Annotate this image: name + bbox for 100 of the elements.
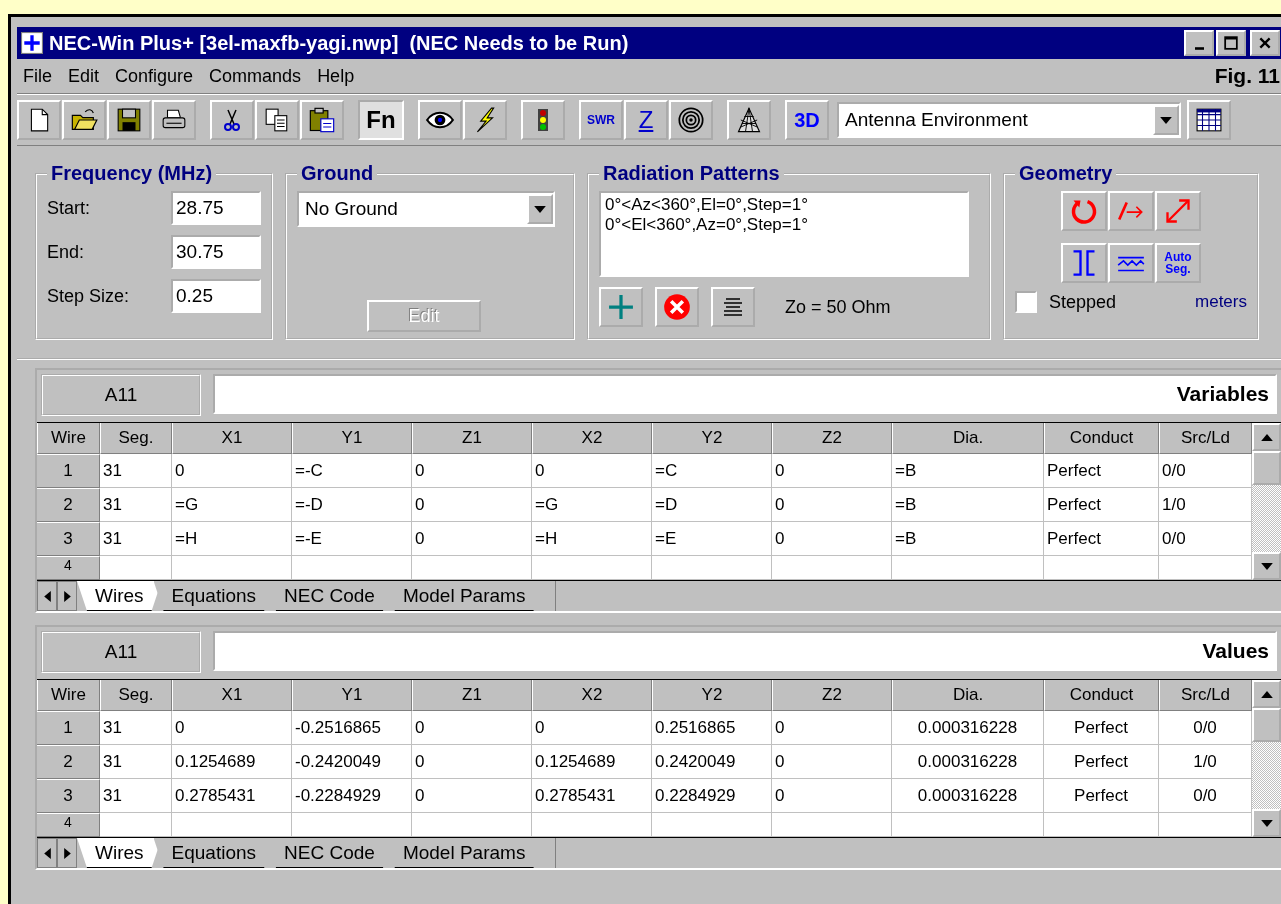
pattern-list[interactable]: 0°<Az<360°,El=0°,Step=1° 0°<El<360°,Az=0°,Step=1° bbox=[599, 191, 969, 277]
row-header[interactable]: 2 bbox=[37, 745, 100, 779]
pattern-button[interactable] bbox=[669, 100, 713, 140]
tab-scroll-left-button[interactable] bbox=[37, 838, 57, 868]
ground-dropdown[interactable]: No Ground bbox=[297, 191, 555, 227]
column-header[interactable]: Z1 bbox=[412, 423, 532, 454]
vertical-scrollbar[interactable] bbox=[1252, 423, 1281, 580]
maximize-button[interactable] bbox=[1216, 30, 1246, 56]
field-label: Start: bbox=[47, 197, 90, 219]
scale-button[interactable] bbox=[1155, 191, 1201, 231]
column-header[interactable]: X2 bbox=[532, 423, 652, 454]
table-cell: Perfect bbox=[1044, 711, 1159, 745]
table-cell: 0 bbox=[772, 745, 892, 779]
copy-button[interactable] bbox=[255, 100, 299, 140]
column-header[interactable]: Src/Ld bbox=[1159, 680, 1252, 711]
fn-button[interactable]: Fn bbox=[358, 100, 404, 140]
tab-scroll-right-button[interactable] bbox=[57, 581, 77, 611]
environment-dropdown[interactable]: Antenna Environment bbox=[837, 102, 1181, 138]
column-header[interactable]: Src/Ld bbox=[1159, 423, 1252, 454]
row-header[interactable]: 2 bbox=[37, 488, 100, 522]
column-header[interactable]: X1 bbox=[172, 423, 292, 454]
list-button[interactable] bbox=[711, 287, 755, 327]
view-button[interactable] bbox=[418, 100, 462, 140]
translate-button[interactable] bbox=[1108, 191, 1154, 231]
taper-button[interactable] bbox=[1108, 243, 1154, 283]
column-header[interactable]: Y2 bbox=[652, 423, 772, 454]
column-header[interactable]: Conduct bbox=[1044, 423, 1159, 454]
delete-button[interactable] bbox=[655, 287, 699, 327]
scroll-thumb[interactable] bbox=[1252, 451, 1281, 485]
input-field[interactable]: 0.25 bbox=[171, 279, 261, 313]
rotate-button[interactable] bbox=[1061, 191, 1107, 231]
traffic-light-button[interactable] bbox=[521, 100, 565, 140]
table-cell: 0 bbox=[412, 454, 532, 488]
save-button[interactable] bbox=[107, 100, 151, 140]
menu-item[interactable]: Configure bbox=[109, 63, 200, 89]
column-header[interactable]: Wire bbox=[37, 423, 100, 454]
column-header[interactable]: Y1 bbox=[292, 680, 412, 711]
table-cell: 0 bbox=[532, 711, 652, 745]
column-header[interactable]: Z1 bbox=[412, 680, 532, 711]
row-header[interactable]: 4 bbox=[37, 813, 100, 837]
column-header[interactable]: X1 bbox=[172, 680, 292, 711]
new-button[interactable] bbox=[17, 100, 61, 140]
print-button[interactable] bbox=[152, 100, 196, 140]
cut-button[interactable] bbox=[210, 100, 254, 140]
column-header[interactable]: Z2 bbox=[772, 680, 892, 711]
left-arrow-icon bbox=[43, 847, 51, 859]
column-header[interactable]: Seg. bbox=[100, 680, 172, 711]
scroll-thumb[interactable] bbox=[1252, 708, 1281, 742]
row-header[interactable]: 1 bbox=[37, 454, 100, 488]
spreadsheet-button[interactable] bbox=[1187, 100, 1231, 140]
column-header[interactable]: X2 bbox=[532, 680, 652, 711]
formula-bar[interactable]: Variables bbox=[213, 374, 1277, 414]
paste-button[interactable] bbox=[300, 100, 344, 140]
tab-scroll-right-button[interactable] bbox=[57, 838, 77, 868]
menu-item[interactable]: Help bbox=[311, 63, 361, 89]
pattern-item[interactable]: 0°<El<360°,Az=0°,Step=1° bbox=[605, 215, 963, 235]
3d-view-button[interactable]: 3D bbox=[785, 100, 829, 140]
input-field[interactable]: 30.75 bbox=[171, 235, 261, 269]
column-header[interactable]: Z2 bbox=[772, 423, 892, 454]
row-header[interactable]: 3 bbox=[37, 522, 100, 556]
tab-scroll-left-button[interactable] bbox=[37, 581, 57, 611]
swr-button[interactable]: SWR bbox=[579, 100, 623, 140]
vertical-scrollbar[interactable] bbox=[1252, 680, 1281, 837]
menu-item[interactable]: Commands bbox=[203, 63, 308, 89]
auto-segment-button[interactable]: Auto Seg. bbox=[1155, 243, 1201, 283]
column-header[interactable]: Wire bbox=[37, 680, 100, 711]
table-cell: 31 bbox=[100, 779, 172, 813]
menu-item[interactable]: Edit bbox=[62, 63, 106, 89]
column-header[interactable]: Y2 bbox=[652, 680, 772, 711]
group-title: Frequency (MHz) bbox=[50, 162, 214, 185]
input-field[interactable]: 28.75 bbox=[171, 191, 261, 225]
table-cell: -0.2284929 bbox=[292, 779, 412, 813]
run-button[interactable] bbox=[463, 100, 507, 140]
column-header[interactable]: Y1 bbox=[292, 423, 412, 454]
add-button[interactable] bbox=[599, 287, 643, 327]
group-title: Ground bbox=[300, 162, 375, 185]
right-arrow-icon bbox=[63, 847, 71, 859]
table-cell: =H bbox=[172, 522, 292, 556]
table-cell: 0.000316228 bbox=[892, 711, 1044, 745]
row-header[interactable]: 3 bbox=[37, 779, 100, 813]
minimize-button[interactable] bbox=[1184, 30, 1214, 56]
column-header[interactable]: Conduct bbox=[1044, 680, 1159, 711]
table-cell: 31 bbox=[100, 711, 172, 745]
stepped-checkbox[interactable] bbox=[1015, 291, 1037, 313]
menu-item[interactable]: File bbox=[17, 63, 58, 89]
formula-bar[interactable]: Values bbox=[213, 631, 1277, 671]
row-header[interactable]: 1 bbox=[37, 711, 100, 745]
wireframe-button[interactable] bbox=[727, 100, 771, 140]
gap-button[interactable] bbox=[1061, 243, 1107, 283]
impedance-button[interactable]: Z bbox=[624, 100, 668, 140]
table-cell: Perfect bbox=[1044, 779, 1159, 813]
open-button[interactable] bbox=[62, 100, 106, 140]
grid-icon bbox=[1196, 107, 1222, 133]
column-header[interactable]: Seg. bbox=[100, 423, 172, 454]
close-button[interactable] bbox=[1250, 30, 1280, 56]
column-header[interactable]: Dia. bbox=[892, 680, 1044, 711]
row-header[interactable]: 4 bbox=[37, 556, 100, 580]
pattern-item[interactable]: 0°<Az<360°,El=0°,Step=1° bbox=[605, 195, 963, 215]
column-header[interactable]: Dia. bbox=[892, 423, 1044, 454]
table-cell: =-C bbox=[292, 454, 412, 488]
